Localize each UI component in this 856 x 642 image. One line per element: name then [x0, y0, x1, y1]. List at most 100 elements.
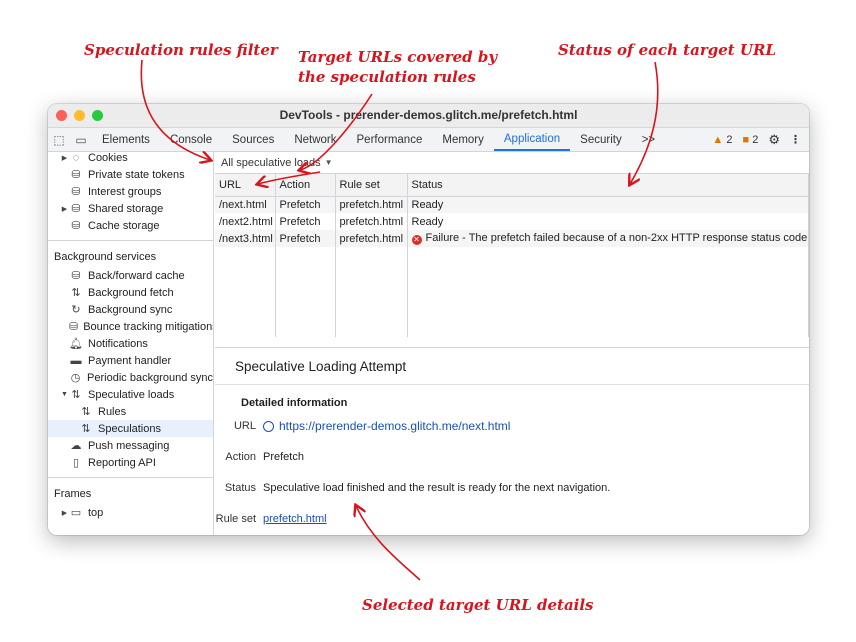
expand-triangle-icon[interactable]: ▶	[60, 205, 69, 213]
cloud-icon: ☁	[70, 440, 82, 452]
detail-row-status: Status Speculative load finished and the…	[215, 482, 611, 494]
sidebar-item-push-messaging[interactable]: ☁ Push messaging	[48, 437, 213, 454]
toolbar-right: ▲ 2 ■ 2 ⚙ ⋮	[712, 128, 809, 151]
cookie-icon: ◌	[72, 152, 80, 164]
tab-security[interactable]: Security	[570, 128, 632, 151]
sidebar-item-label: Back/forward cache	[88, 269, 185, 282]
table-row[interactable]: /next.html Prefetch prefetch.html Ready	[215, 196, 809, 213]
sidebar-item-top-frame[interactable]: ▶ ▭ top	[48, 504, 213, 521]
filler-cell	[275, 247, 336, 337]
detail-section-header: Detailed information	[241, 397, 348, 409]
detail-row-action: Action Prefetch	[215, 451, 304, 463]
database-icon: ⛁	[71, 186, 81, 198]
sidebar-item-shared-storage[interactable]: ▶ ⛁ Shared storage	[48, 200, 213, 217]
sidebar-divider	[48, 477, 213, 478]
sidebar-item-label: Private state tokens	[88, 168, 185, 181]
warnings-badge[interactable]: ▲ 2	[712, 134, 732, 146]
sidebar-item-label: Periodic background sync	[87, 371, 213, 384]
detail-action-value: Prefetch	[263, 451, 304, 463]
filler-cell	[215, 247, 276, 337]
sidebar-item-speculations[interactable]: ⇅ Speculations	[48, 420, 213, 437]
sidebar-item-back-forward-cache[interactable]: ⛁ Back/forward cache	[48, 267, 213, 284]
detail-row-rule-set: Rule set prefetch.html	[215, 513, 327, 525]
cell-rule-set: prefetch.html	[335, 196, 408, 213]
sidebar-item-cache-storage[interactable]: ⛁ Cache storage	[48, 217, 213, 234]
application-sidebar: ▶ ◌ Cookies ⛁ Private state tokens ⛁ Int…	[48, 152, 214, 535]
sidebar-item-cookies[interactable]: ▶ ◌ Cookies	[48, 152, 213, 166]
tab-sources[interactable]: Sources	[222, 128, 284, 151]
frame-icon: ▭	[70, 507, 82, 519]
credit-card-icon: ▬	[70, 354, 82, 367]
sidebar-divider	[48, 240, 213, 241]
sidebar-item-label: Notifications	[88, 337, 148, 350]
filler-cell	[335, 247, 408, 337]
column-header-url[interactable]: URL	[215, 174, 276, 197]
up-down-arrows-icon: ⇅	[81, 406, 91, 418]
warnings-count: 2	[726, 133, 733, 146]
tab-memory[interactable]: Memory	[432, 128, 494, 151]
tab-network[interactable]: Network	[284, 128, 346, 151]
column-header-status[interactable]: Status	[407, 174, 809, 197]
tab-performance[interactable]: Performance	[347, 128, 433, 151]
sidebar-item-private-state-tokens[interactable]: ⛁ Private state tokens	[48, 166, 213, 183]
sidebar-item-label: Interest groups	[88, 185, 162, 198]
sidebar-item-label: Background fetch	[88, 286, 174, 299]
speculation-rules-filter[interactable]: All speculative loads ▼	[215, 152, 809, 174]
sidebar-item-label: Reporting API	[88, 456, 156, 469]
sidebar-item-speculative-loads[interactable]: ▼ ⇅ Speculative loads	[48, 386, 213, 403]
sidebar-item-label: Push messaging	[88, 439, 170, 452]
expand-triangle-icon[interactable]: ▶	[60, 154, 69, 162]
issues-icon: ■	[742, 133, 750, 146]
filter-label: All speculative loads	[221, 156, 321, 169]
sidebar-item-notifications[interactable]: 🔔︎ Notifications	[48, 335, 213, 352]
title-bar: DevTools - prerender-demos.glitch.me/pre…	[48, 104, 809, 128]
sidebar-section-background-services: Background services	[54, 251, 157, 263]
cell-rule-set: prefetch.html	[335, 213, 408, 230]
sidebar-item-reporting-api[interactable]: ▯ Reporting API	[48, 454, 213, 471]
issues-badge[interactable]: ■ 2	[743, 134, 759, 146]
error-icon: ✕	[411, 235, 422, 245]
tab-console[interactable]: Console	[160, 128, 222, 151]
devtools-window: DevTools - prerender-demos.glitch.me/pre…	[48, 104, 809, 535]
more-options-icon[interactable]: ⋮	[790, 133, 801, 146]
sidebar-item-background-fetch[interactable]: ⇅ Background fetch	[48, 284, 213, 301]
table-row[interactable]: /next2.html Prefetch prefetch.html Ready	[215, 213, 809, 230]
sidebar-item-periodic-background-sync[interactable]: ◷ Periodic background sync	[48, 369, 213, 386]
sidebar-item-interest-groups[interactable]: ⛁ Interest groups	[48, 183, 213, 200]
database-icon: ⛁	[71, 220, 81, 232]
devtools-tab-bar: ⬚ ▭ Elements Console Sources Network Per…	[48, 128, 809, 152]
database-icon: ⛁	[71, 203, 81, 215]
detail-url-link[interactable]: https://prerender-demos.glitch.me/next.h…	[279, 419, 510, 433]
collapse-triangle-icon[interactable]: ▼	[60, 391, 69, 398]
sidebar-item-background-sync[interactable]: ↻ Background sync	[48, 301, 213, 318]
column-header-rule-set[interactable]: Rule set	[335, 174, 408, 197]
column-header-action[interactable]: Action	[275, 174, 336, 197]
tab-elements[interactable]: Elements	[92, 128, 160, 151]
settings-gear-icon[interactable]: ⚙	[768, 132, 780, 148]
sidebar-item-payment-handler[interactable]: ▬ Payment handler	[48, 352, 213, 369]
table-header-row: URL Action Rule set Status	[215, 174, 809, 197]
expand-triangle-icon[interactable]: ▶	[60, 509, 69, 517]
sidebar-item-label: Cache storage	[88, 219, 160, 232]
database-icon: ⛁	[71, 270, 81, 282]
clock-icon: ◷	[70, 372, 81, 384]
inspect-element-icon[interactable]: ⬚	[48, 128, 70, 151]
up-down-arrows-icon: ⇅	[71, 389, 81, 401]
filler-cell	[407, 247, 809, 337]
detail-status-label: Status	[224, 482, 256, 494]
cell-action: Prefetch	[275, 213, 336, 230]
sidebar-item-label: Cookies	[88, 152, 128, 164]
table-row[interactable]: /next3.html Prefetch prefetch.html ✕ Fail…	[215, 230, 809, 247]
cell-url: /next.html	[215, 196, 276, 213]
cell-url: /next2.html	[215, 213, 276, 230]
device-toolbar-icon[interactable]: ▭	[70, 128, 92, 151]
callout-speculation-rules-filter: Speculation rules filter	[84, 41, 278, 59]
more-tabs-button[interactable]: >>	[632, 128, 665, 151]
sidebar-item-bounce-tracking-mitigations[interactable]: ⛁ Bounce tracking mitigations	[48, 318, 213, 335]
failure-status-text: Failure - The prefetch failed because of…	[425, 232, 809, 244]
warning-icon: ▲	[712, 133, 724, 146]
tab-application[interactable]: Application	[493, 128, 571, 151]
sidebar-section-frames: Frames	[54, 488, 92, 500]
sidebar-item-rules[interactable]: ⇅ Rules	[48, 403, 213, 420]
detail-rule-set-link[interactable]: prefetch.html	[263, 513, 327, 525]
